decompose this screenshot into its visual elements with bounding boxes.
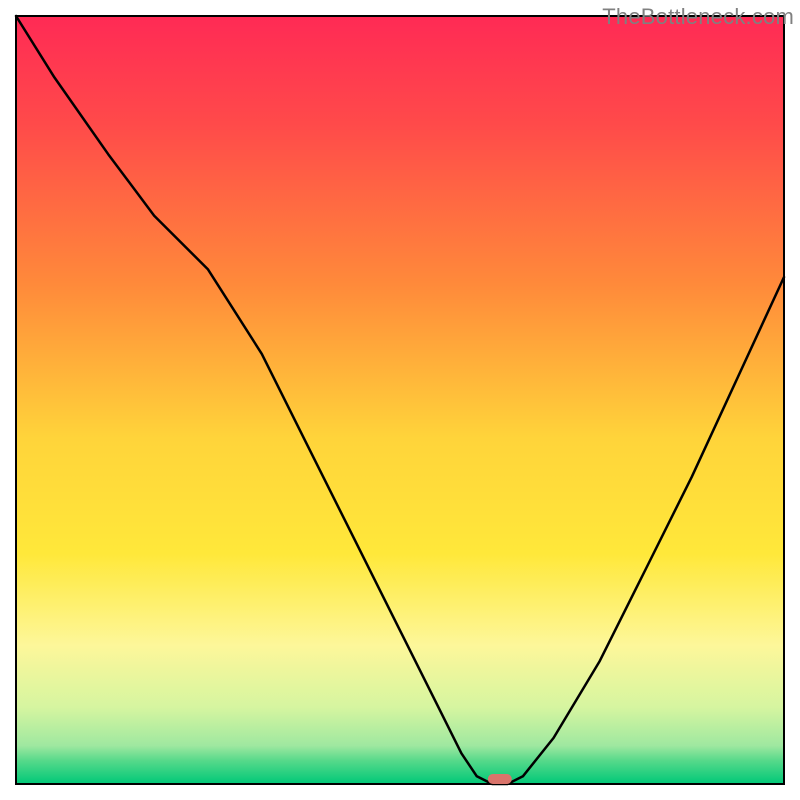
bottleneck-chart: TheBottleneck.com	[0, 0, 800, 800]
chart-svg	[0, 0, 800, 800]
gradient-background	[16, 16, 784, 784]
optimal-marker	[488, 774, 512, 784]
watermark-label: TheBottleneck.com	[602, 4, 794, 30]
